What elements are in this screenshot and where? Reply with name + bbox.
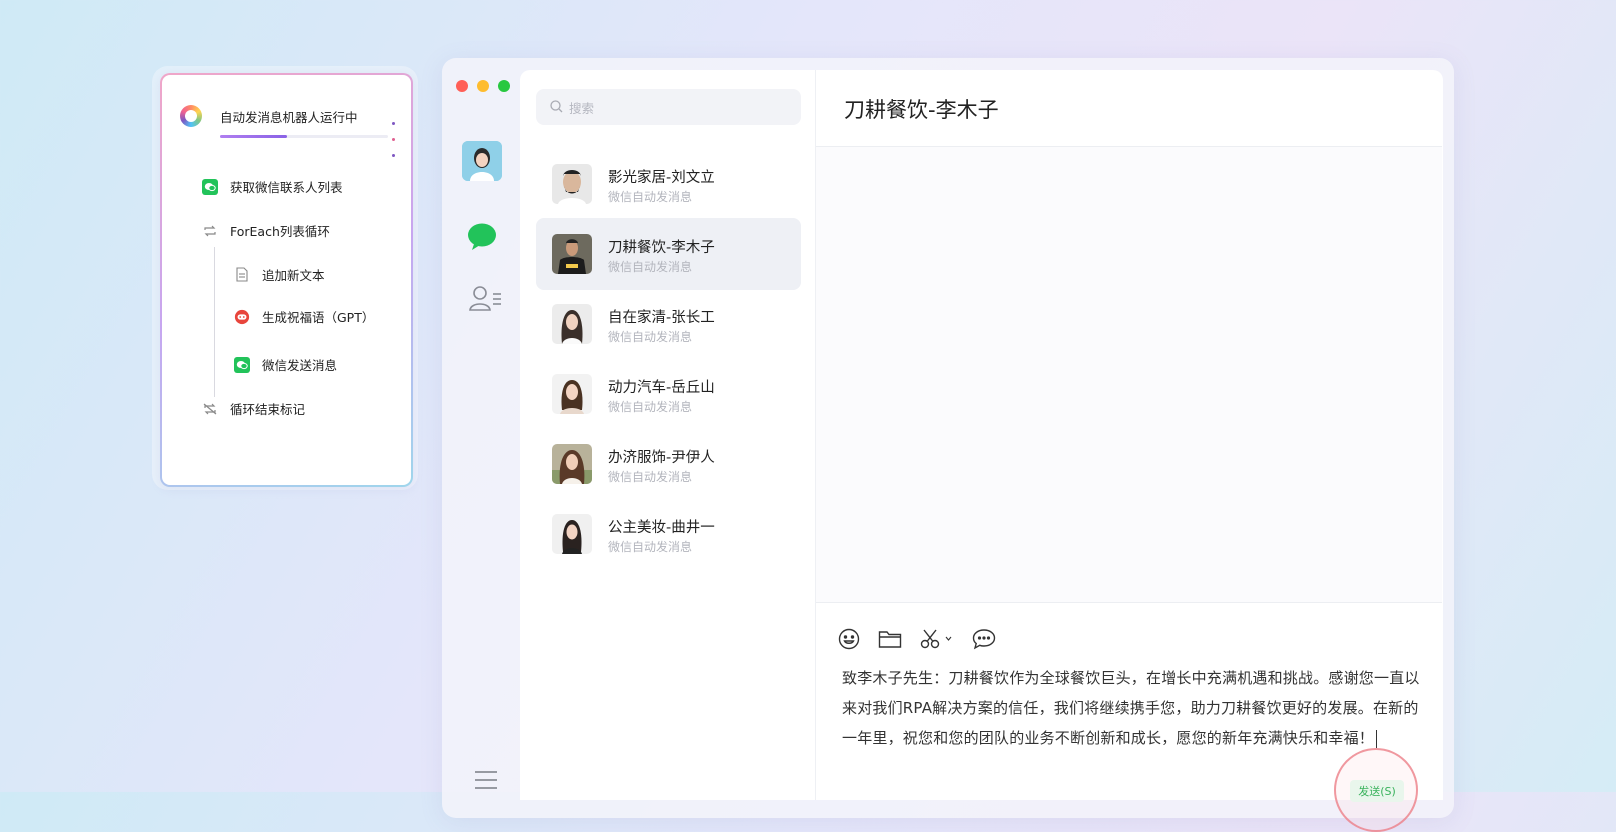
contact-name: 自在家清-张长工 <box>608 310 715 326</box>
contact-avatar <box>552 444 592 484</box>
folder-icon[interactable] <box>878 629 902 649</box>
message-history-area[interactable] <box>816 147 1442 602</box>
workflow-title: 自动发消息机器人运行中 <box>220 110 358 125</box>
search-placeholder: 搜索 <box>569 100 595 116</box>
menu-icon[interactable] <box>474 770 498 794</box>
loop-connector-line <box>214 247 215 397</box>
contact-last-message: 微信自动发消息 <box>608 190 693 204</box>
chat-history-icon[interactable] <box>972 628 996 650</box>
chat-nav-icon[interactable] <box>466 222 498 256</box>
contact-last-message: 微信自动发消息 <box>608 470 693 484</box>
contact-name: 办济服饰-尹伊人 <box>608 450 715 466</box>
step-append-text[interactable]: 追加新文本 <box>234 265 325 284</box>
contact-last-message: 微信自动发消息 <box>608 540 693 554</box>
screenshot-scissors-icon[interactable] <box>920 628 954 650</box>
contact-avatar <box>552 514 592 554</box>
wechat-icon <box>202 178 218 195</box>
contact-item[interactable]: 自在家清-张长工 微信自动发消息 <box>536 288 801 360</box>
step-send-wechat[interactable]: 微信发送消息 <box>234 355 337 374</box>
search-icon <box>550 98 563 117</box>
running-dots-icon <box>392 113 400 161</box>
step-label: 获取微信联系人列表 <box>230 180 343 195</box>
contact-item[interactable]: 公主美妆-曲井一 微信自动发消息 <box>536 498 801 570</box>
message-text: 致李木子先生：刀耕餐饮作为全球餐饮巨头，在增长中充满机遇和挑战。感谢您一直以来对… <box>842 669 1420 747</box>
contact-avatar <box>552 374 592 414</box>
contact-last-message: 微信自动发消息 <box>608 260 693 274</box>
workflow-panel: 自动发消息机器人运行中 获取微信联系人列表 ForEach列表循环 追加新文本 … <box>160 73 413 487</box>
contact-name: 影光家居-刘文立 <box>608 170 715 186</box>
contact-item[interactable]: 影光家居-刘文立 微信自动发消息 <box>536 148 801 220</box>
send-button[interactable]: 发送(S) <box>1350 780 1404 802</box>
user-avatar[interactable] <box>462 141 502 181</box>
search-input[interactable]: 搜索 <box>536 89 801 125</box>
contact-last-message: 微信自动发消息 <box>608 400 693 414</box>
workflow-header: 自动发消息机器人运行中 <box>180 103 400 157</box>
contact-item-selected[interactable]: 刀耕餐饮-李木子 微信自动发消息 <box>536 218 801 290</box>
contact-item[interactable]: 动力汽车-岳丘山 微信自动发消息 <box>536 358 801 430</box>
contact-avatar <box>552 164 592 204</box>
workflow-progress-bar <box>220 135 388 138</box>
contacts-nav-icon[interactable] <box>469 284 503 316</box>
chat-title: 刀耕餐饮-李木子 <box>844 98 999 122</box>
composer-divider <box>816 602 1442 603</box>
step-get-contacts[interactable]: 获取微信联系人列表 <box>202 177 343 196</box>
message-input[interactable]: 致李木子先生：刀耕餐饮作为全球餐饮巨头，在增长中充满机遇和挑战。感谢您一直以来对… <box>842 663 1422 753</box>
gpt-icon <box>234 309 250 325</box>
window-maximize-button[interactable] <box>498 80 510 92</box>
contact-item[interactable]: 办济服饰-尹伊人 微信自动发消息 <box>536 428 801 500</box>
contact-name: 动力汽车-岳丘山 <box>608 380 715 396</box>
running-spinner-icon <box>180 105 202 127</box>
step-label: 生成祝福语（GPT） <box>262 310 375 325</box>
window-close-button[interactable] <box>456 80 468 92</box>
window-minimize-button[interactable] <box>477 80 489 92</box>
step-loop-end[interactable]: 循环结束标记 <box>202 399 305 418</box>
workflow-progress-fill <box>220 135 288 138</box>
contact-name: 公主美妆-曲井一 <box>608 520 715 536</box>
wechat-icon <box>234 356 250 373</box>
composer-toolbar <box>838 628 1014 650</box>
contact-name: 刀耕餐饮-李木子 <box>608 240 715 256</box>
contact-last-message: 微信自动发消息 <box>608 330 693 344</box>
step-generate-greeting[interactable]: 生成祝福语（GPT） <box>234 307 374 326</box>
step-label: 循环结束标记 <box>230 402 306 417</box>
step-foreach-loop[interactable]: ForEach列表循环 <box>202 221 330 240</box>
document-icon <box>234 267 250 283</box>
contact-avatar <box>552 234 592 274</box>
loop-end-icon <box>202 401 218 417</box>
contact-avatar <box>552 304 592 344</box>
emoji-icon[interactable] <box>838 628 860 650</box>
step-label: 追加新文本 <box>262 268 325 283</box>
text-cursor <box>1376 729 1378 748</box>
step-label: 微信发送消息 <box>262 358 338 373</box>
step-label: ForEach列表循环 <box>230 224 330 239</box>
loop-icon <box>202 223 218 239</box>
